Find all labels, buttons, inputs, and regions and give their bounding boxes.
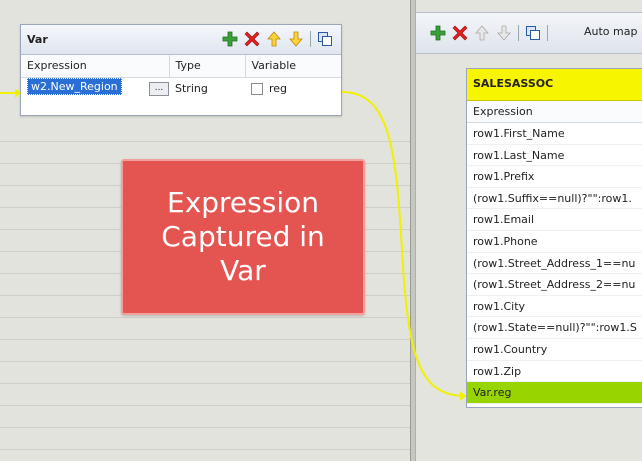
table-row[interactable]: w2.New_Region ... String reg: [21, 77, 341, 99]
add-icon[interactable]: [222, 31, 238, 47]
output-toolbar-icons: [430, 25, 548, 41]
table-row[interactable]: (row1.Street_Address_1==nu: [467, 253, 642, 275]
edit-icon[interactable]: [525, 25, 541, 41]
variable-cell[interactable]: reg: [245, 77, 341, 99]
variable-name: reg: [269, 81, 288, 95]
add-icon[interactable]: [430, 25, 446, 41]
col-header-variable: Variable: [245, 55, 341, 78]
col-header-expression: Expression: [21, 55, 170, 78]
table-row[interactable]: (row1.Street_Address_2==nu: [467, 274, 642, 296]
type-cell[interactable]: String: [169, 77, 245, 99]
remove-icon[interactable]: [244, 31, 260, 47]
table-row[interactable]: row1.Prefix: [467, 166, 642, 188]
table-row[interactable]: row1.City: [467, 296, 642, 318]
expression-cell[interactable]: w2.New_Region ...: [21, 77, 169, 99]
nullable-checkbox[interactable]: [251, 82, 263, 95]
output-toolbar: Auto map: [416, 12, 642, 54]
arrow-up-icon[interactable]: [474, 25, 490, 41]
var-panel-header: Var: [21, 25, 341, 55]
var-panel-toolbar: [222, 31, 333, 47]
remove-icon[interactable]: [452, 25, 468, 41]
table-row[interactable]: row1.Country: [467, 339, 642, 361]
auto-map-button[interactable]: Auto map: [584, 25, 637, 38]
output-pane: Auto map SALESASSOC Expression row1.Firs…: [416, 0, 642, 461]
arrow-down-icon[interactable]: [496, 25, 512, 41]
col-header-type: Type: [169, 55, 246, 78]
expression-builder-button[interactable]: ...: [149, 81, 169, 96]
callout-line: Expression: [167, 186, 319, 219]
output-column-header: Expression: [467, 101, 642, 123]
table-row[interactable]: (row1.State==null)?"":row1.S: [467, 317, 642, 339]
edit-icon[interactable]: [317, 31, 333, 47]
table-row[interactable]: row1.First_Name: [467, 123, 642, 145]
var-panel-title: Var: [27, 33, 48, 46]
table-row-var-reg[interactable]: Var.reg: [467, 382, 642, 404]
toolbar-separator: [547, 25, 548, 41]
output-table-salesassoc: SALESASSOC Expression row1.First_Name ro…: [466, 68, 642, 408]
callout-line: Captured in: [161, 220, 325, 253]
arrow-up-icon[interactable]: [266, 31, 282, 47]
toolbar-separator: [310, 31, 311, 47]
table-row[interactable]: row1.Phone: [467, 231, 642, 253]
callout-annotation: Expression Captured in Var: [121, 159, 365, 315]
output-table-title: SALESASSOC: [467, 69, 642, 101]
table-row[interactable]: (row1.Suffix==null)?"":row1.: [467, 188, 642, 210]
table-row[interactable]: row1.Email: [467, 209, 642, 231]
arrow-down-icon[interactable]: [288, 31, 304, 47]
toolbar-separator: [518, 25, 519, 41]
callout-line: Var: [220, 254, 266, 287]
table-row[interactable]: row1.Zip: [467, 361, 642, 383]
table-row[interactable]: row1.Last_Name: [467, 145, 642, 167]
var-table: Expression Type Variable w2.New_Region .…: [21, 55, 341, 99]
var-table-header: Expression Type Variable: [21, 55, 341, 78]
var-panel: Var Expression Type Variable w2.New_Regi…: [20, 24, 342, 116]
expression-value[interactable]: w2.New_Region: [27, 78, 122, 96]
